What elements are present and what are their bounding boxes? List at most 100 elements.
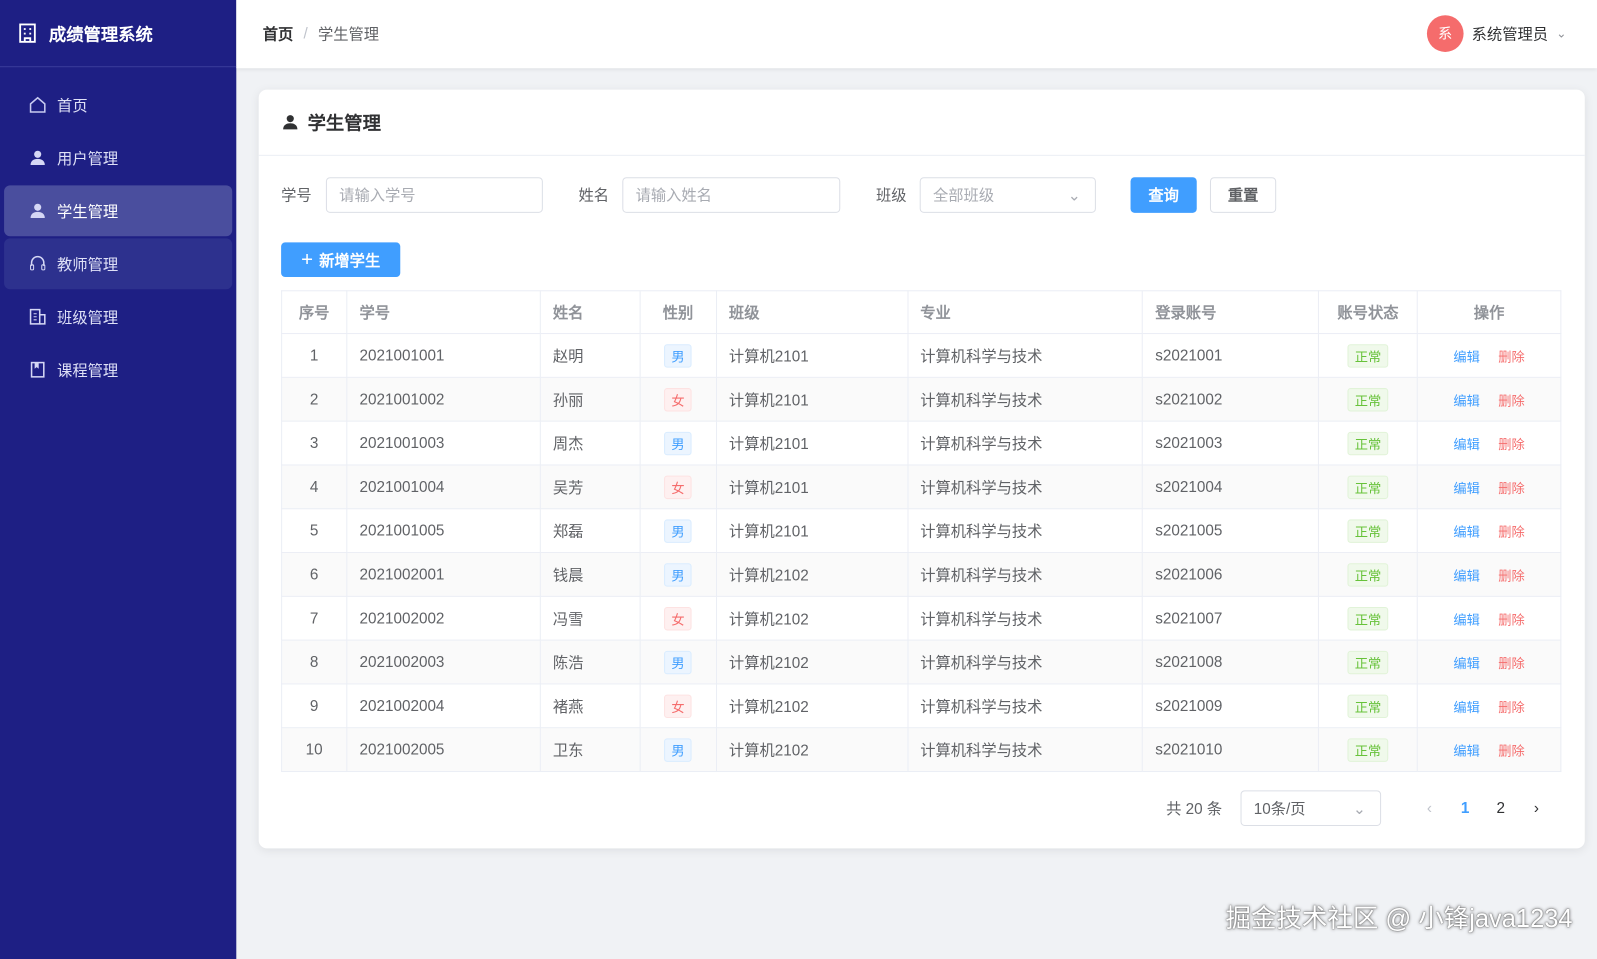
gender-tag: 男 — [664, 650, 692, 674]
cell-actions: 编辑 删除 — [1416, 376, 1562, 422]
cell-name: 褚燕 — [539, 683, 641, 729]
gender-tag: 女 — [664, 475, 692, 499]
page-size-select[interactable]: 10条/页 ⌄ — [1240, 790, 1382, 827]
breadcrumb-home[interactable]: 首页 — [263, 23, 294, 44]
app-logo: 成绩管理系统 — [0, 0, 237, 68]
cell-index: 6 — [281, 552, 348, 597]
edit-button[interactable]: 编辑 — [1453, 480, 1479, 495]
add-student-button[interactable]: + 新增学生 — [281, 242, 401, 278]
edit-button[interactable]: 编辑 — [1453, 612, 1479, 627]
gender-tag: 男 — [664, 518, 692, 543]
cell-major: 计算机科学与技术 — [906, 727, 1144, 773]
column-header: 登录账号 — [1142, 290, 1320, 335]
cell-index: 10 — [281, 727, 348, 773]
sidebar-item-label: 教师管理 — [57, 256, 119, 274]
table-row: 7 2021002002 冯雪 女 计算机2102 计算机科学与技术 s2021… — [281, 595, 1562, 641]
delete-button[interactable]: 删除 — [1498, 480, 1524, 495]
table-row: 10 2021002005 卫东 男 计算机2102 计算机科学与技术 s202… — [281, 727, 1562, 773]
delete-button[interactable]: 删除 — [1498, 568, 1524, 583]
cell-student-id: 2021001004 — [346, 464, 541, 510]
edit-button[interactable]: 编辑 — [1453, 699, 1479, 714]
cell-gender: 男 — [639, 727, 717, 773]
page-2[interactable]: 2 — [1483, 800, 1519, 817]
sidebar-item-4[interactable]: 班级管理 — [4, 291, 232, 342]
cell-account: s2021008 — [1142, 639, 1320, 685]
cell-gender: 男 — [639, 639, 717, 685]
cell-actions: 编辑 删除 — [1416, 639, 1562, 685]
cell-name: 冯雪 — [539, 595, 641, 641]
sidebar-item-0[interactable]: 首页 — [4, 79, 232, 130]
next-page-icon[interactable]: › — [1519, 800, 1555, 817]
cell-account: s2021007 — [1142, 595, 1320, 641]
class-select[interactable]: 全部班级 ⌄ — [919, 177, 1096, 213]
status-badge: 正常 — [1347, 562, 1389, 587]
cell-student-id: 2021002002 — [346, 595, 541, 641]
delete-button[interactable]: 删除 — [1498, 743, 1524, 758]
page-1[interactable]: 1 — [1447, 800, 1483, 817]
student-table: 序号 学号 姓名 性别 班级 专业 登录账号 账号状态 操作 1 2021001001 赵明 男… — [281, 290, 1562, 773]
cell-major: 计算机科学与技术 — [906, 639, 1144, 685]
edit-button[interactable]: 编辑 — [1453, 568, 1479, 583]
cell-status: 正常 — [1318, 376, 1418, 422]
cell-student-id: 2021001005 — [346, 508, 541, 554]
name-placeholder: 请输入姓名 — [635, 187, 712, 205]
sidebar-item-1[interactable]: 用户管理 — [4, 132, 232, 183]
cell-gender: 男 — [639, 552, 717, 597]
edit-button[interactable]: 编辑 — [1453, 349, 1479, 364]
cell-major: 计算机科学与技术 — [906, 508, 1144, 554]
cell-account: s2021009 — [1142, 683, 1320, 729]
edit-button[interactable]: 编辑 — [1453, 655, 1479, 670]
name-label: 姓名 — [578, 187, 610, 205]
cell-class: 计算机2102 — [715, 683, 908, 729]
search-button[interactable]: 查询 — [1130, 177, 1197, 213]
cell-student-id: 2021002003 — [346, 639, 541, 685]
column-header: 序号 — [281, 290, 348, 335]
home-icon — [29, 96, 47, 114]
edit-button[interactable]: 编辑 — [1453, 524, 1479, 539]
table-row: 2 2021001002 孙丽 女 计算机2101 计算机科学与技术 s2021… — [281, 376, 1562, 422]
reset-button[interactable]: 重置 — [1210, 177, 1277, 213]
cell-major: 计算机科学与技术 — [906, 376, 1144, 422]
status-badge: 正常 — [1347, 694, 1389, 718]
user-icon — [281, 113, 299, 131]
status-badge: 正常 — [1347, 475, 1389, 499]
delete-button[interactable]: 删除 — [1498, 436, 1524, 451]
prev-page-icon[interactable]: ‹ — [1412, 800, 1448, 817]
edit-button[interactable]: 编辑 — [1453, 743, 1479, 758]
table-row: 1 2021001001 赵明 男 计算机2101 计算机科学与技术 s2021… — [281, 333, 1562, 378]
name-input[interactable]: 请输入姓名 — [622, 177, 841, 213]
cell-account: s2021002 — [1142, 376, 1320, 422]
delete-button[interactable]: 删除 — [1498, 612, 1524, 627]
student-card: 学生管理 学号 请输入学号 姓名 请输入姓名 班级 全部班级 ⌄ 查询 重置 + 新… — [258, 89, 1585, 849]
delete-button[interactable]: 删除 — [1498, 655, 1524, 670]
cell-gender: 男 — [639, 333, 717, 378]
cell-class: 计算机2102 — [715, 552, 908, 597]
delete-button[interactable]: 删除 — [1498, 699, 1524, 714]
chevron-down-icon: ⌄ — [1352, 800, 1366, 818]
cell-status: 正常 — [1318, 595, 1418, 641]
column-header: 学号 — [346, 290, 541, 335]
edit-button[interactable]: 编辑 — [1453, 393, 1479, 408]
cell-status: 正常 — [1318, 639, 1418, 685]
delete-button[interactable]: 删除 — [1498, 524, 1524, 539]
sidebar-item-5[interactable]: 课程管理 — [4, 344, 232, 395]
gender-tag: 女 — [664, 387, 692, 411]
column-header: 班级 — [715, 290, 908, 335]
total-count: 共 20 条 — [1166, 800, 1223, 818]
page-size-value: 10条/页 — [1253, 800, 1306, 818]
table-row: 8 2021002003 陈浩 男 计算机2102 计算机科学与技术 s2021… — [281, 639, 1562, 685]
chevron-down-icon: ⌄ — [1556, 26, 1567, 41]
cell-class: 计算机2102 — [715, 639, 908, 685]
watermark: 掘金技术社区 @ 小锋java1234 — [1225, 904, 1573, 933]
student-id-input[interactable]: 请输入学号 — [325, 177, 543, 213]
user-menu[interactable]: 系 系统管理员 ⌄ — [1426, 15, 1567, 52]
delete-button[interactable]: 删除 — [1498, 349, 1524, 364]
sidebar-item-3[interactable]: 教师管理 — [4, 238, 233, 290]
breadcrumb-current: 学生管理 — [317, 26, 380, 44]
cell-gender: 男 — [639, 508, 717, 554]
gender-tag: 男 — [664, 343, 692, 368]
edit-button[interactable]: 编辑 — [1453, 436, 1479, 451]
sidebar-item-2[interactable]: 学生管理 — [4, 185, 233, 237]
delete-button[interactable]: 删除 — [1498, 393, 1524, 408]
pagination: 共 20 条 10条/页 ⌄ ‹ 1 2 › — [1166, 790, 1555, 827]
